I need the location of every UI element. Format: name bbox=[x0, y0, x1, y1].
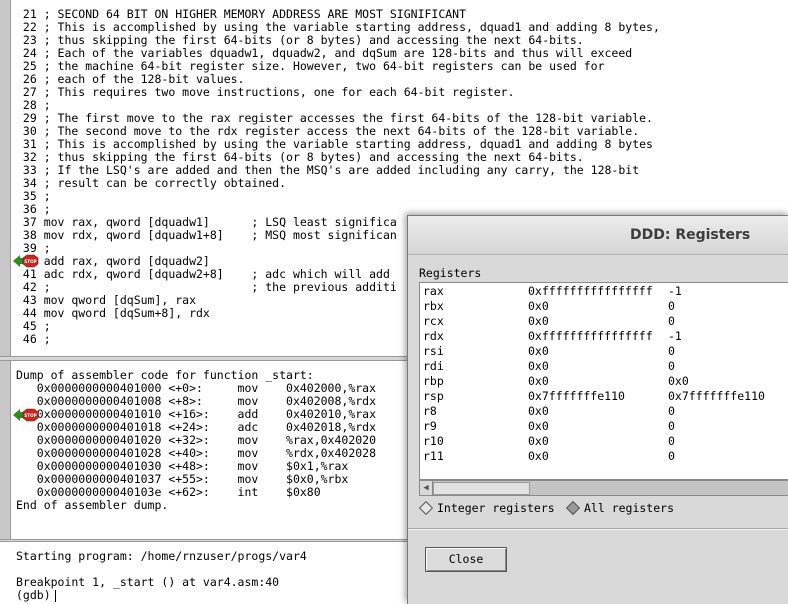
registers-list[interactable]: rax 0xffffffffffffffff -1 rbx 0x0 0 rcx 0x0 0 rdx… bbox=[419, 282, 788, 480]
register-natural: -1 bbox=[668, 329, 682, 343]
register-row[interactable]: rsi 0x0 0 bbox=[420, 344, 788, 359]
register-name: r11 bbox=[423, 449, 444, 463]
register-natural: 0 bbox=[668, 434, 675, 448]
console-lines[interactable]: Starting program: /home/rnzuser/progs/va… bbox=[16, 550, 307, 602]
register-name: rbp bbox=[423, 374, 444, 388]
register-natural: 0 bbox=[668, 359, 675, 373]
integer-registers-label: Integer registers bbox=[437, 501, 555, 515]
register-row[interactable]: rsp 0x7fffffffe110 0x7fffffffe110 bbox=[420, 389, 788, 404]
assembler-line: End of assembler dump. bbox=[16, 498, 169, 512]
register-row[interactable]: rax 0xffffffffffffffff -1 bbox=[420, 284, 788, 299]
register-name: rdx bbox=[423, 329, 444, 343]
register-natural: 0 bbox=[668, 299, 675, 313]
register-hex: 0x7fffffffe110 bbox=[528, 389, 625, 403]
source-line: 35 ; bbox=[16, 189, 51, 203]
source-line: 27 ; This requires two move instructions… bbox=[16, 85, 515, 99]
register-name: rax bbox=[423, 284, 444, 298]
dialog-titlebar[interactable]: DDD: Registers bbox=[408, 216, 788, 255]
register-name: rsi bbox=[423, 344, 444, 358]
console-line: Breakpoint 1, _start () at var4.asm:40 bbox=[16, 575, 280, 589]
console-line: (gdb) bbox=[16, 589, 307, 602]
asm-breakpoint-stop-icon[interactable]: STOP bbox=[11, 408, 41, 422]
text-cursor bbox=[54, 589, 56, 602]
breakpoint-stop-icon[interactable]: STOP bbox=[11, 254, 41, 268]
scrollbar-thumb[interactable] bbox=[433, 482, 530, 495]
register-hex: 0x0 bbox=[528, 299, 549, 313]
register-name: rcx bbox=[423, 314, 444, 328]
registers-horizontal-scrollbar[interactable]: ◀ bbox=[419, 480, 788, 496]
register-hex: 0x0 bbox=[528, 404, 549, 418]
register-natural: 0 bbox=[668, 314, 675, 328]
register-row[interactable]: rbp 0x0 0x0 bbox=[420, 374, 788, 389]
register-hex: 0x0 bbox=[528, 434, 549, 448]
register-hex: 0xffffffffffffffff bbox=[528, 329, 653, 343]
register-row[interactable]: rbx 0x0 0 bbox=[420, 299, 788, 314]
register-natural: -1 bbox=[668, 284, 682, 298]
register-natural: 0 bbox=[668, 419, 675, 433]
register-hex: 0x0 bbox=[528, 374, 549, 388]
register-hex: 0x0 bbox=[528, 344, 549, 358]
register-row[interactable]: rdx 0xffffffffffffffff -1 bbox=[420, 329, 788, 344]
register-hex: 0x0 bbox=[528, 449, 549, 463]
all-registers-label: All registers bbox=[584, 501, 675, 515]
register-natural: 0x7fffffffe110 bbox=[668, 389, 765, 403]
register-row[interactable]: r10 0x0 0 bbox=[420, 434, 788, 449]
radio-diamond-icon bbox=[418, 500, 434, 515]
register-row[interactable]: rcx 0x0 0 bbox=[420, 314, 788, 329]
scroll-left-arrow-icon[interactable]: ◀ bbox=[420, 481, 433, 495]
assembler-lines: Dump of assembler code for function _sta… bbox=[16, 369, 376, 512]
register-name: rsp bbox=[423, 389, 444, 403]
register-hex: 0x0 bbox=[528, 314, 549, 328]
source-line: 34 ; result can be correctly obtained. bbox=[16, 176, 287, 190]
register-name: r9 bbox=[423, 419, 437, 433]
asm-margin[interactable] bbox=[0, 361, 11, 539]
register-name: r8 bbox=[423, 404, 437, 418]
register-natural: 0x0 bbox=[668, 374, 689, 388]
source-margin[interactable] bbox=[0, 0, 11, 356]
register-natural: 0 bbox=[668, 449, 675, 463]
register-natural: 0 bbox=[668, 404, 675, 418]
register-row[interactable]: r8 0x0 0 bbox=[420, 404, 788, 419]
dialog-title: DDD: Registers bbox=[630, 227, 751, 243]
register-row[interactable]: r9 0x0 0 bbox=[420, 419, 788, 434]
register-natural: 0 bbox=[668, 344, 675, 358]
asm-stop-text: STOP bbox=[24, 413, 37, 418]
register-name: r10 bbox=[423, 434, 444, 448]
close-button[interactable]: Close bbox=[425, 547, 507, 572]
register-hex: 0xffffffffffffffff bbox=[528, 284, 653, 298]
register-name: rdi bbox=[423, 359, 444, 373]
all-registers-radio[interactable]: All registers bbox=[565, 500, 675, 516]
dialog-separator bbox=[408, 528, 788, 530]
integer-registers-radio[interactable]: Integer registers bbox=[418, 500, 555, 516]
registers-label: Registers bbox=[419, 266, 482, 280]
register-hex: 0x0 bbox=[528, 359, 549, 373]
register-name: rbx bbox=[423, 299, 444, 313]
register-hex: 0x0 bbox=[528, 419, 549, 433]
radio-diamond-selected-icon bbox=[565, 500, 581, 515]
registers-dialog[interactable]: DDD: Registers Registers rax 0xffffffffff… bbox=[407, 215, 788, 604]
console-line: Starting program: /home/rnzuser/progs/va… bbox=[16, 549, 307, 563]
register-row[interactable]: rdi 0x0 0 bbox=[420, 359, 788, 374]
stop-text: STOP bbox=[24, 259, 37, 264]
register-row[interactable]: r11 0x0 0 bbox=[420, 449, 788, 464]
